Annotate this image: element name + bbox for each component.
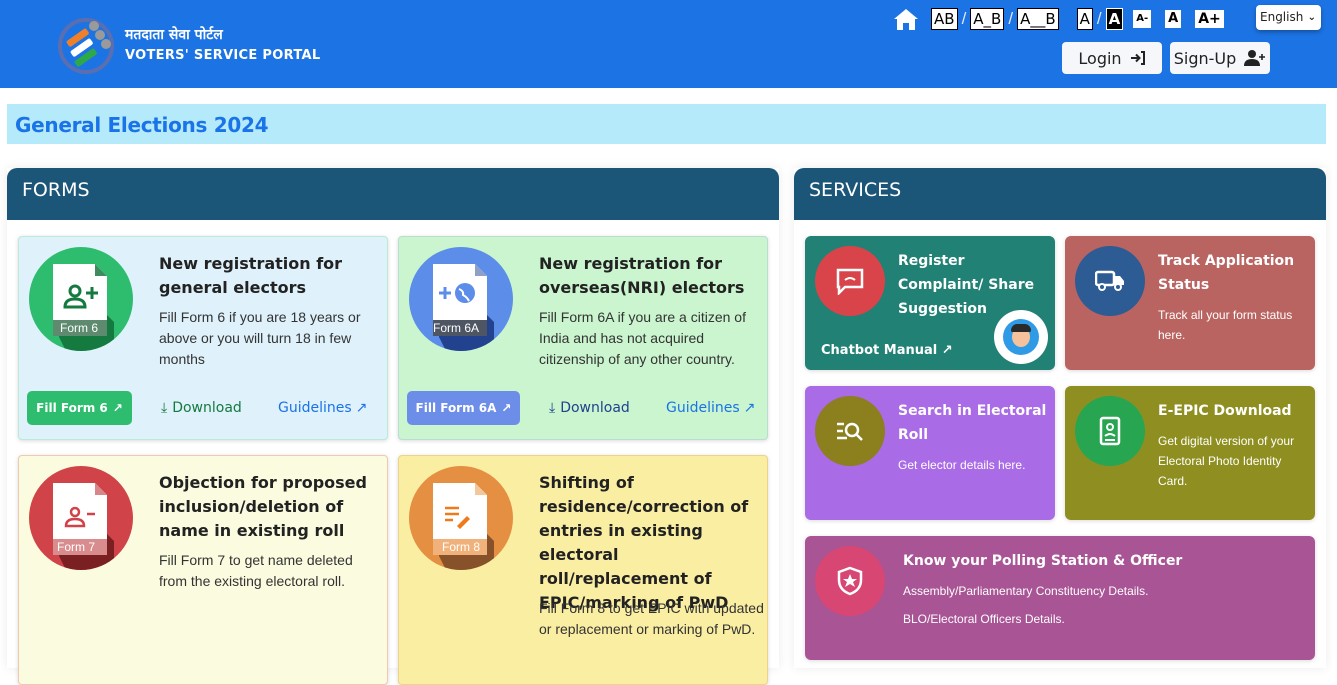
spacing-medium-button[interactable]: A_B (970, 8, 1005, 30)
service-search-electoral-roll[interactable]: Search in Electoral Roll Get elector det… (805, 386, 1055, 520)
spacing-normal-button[interactable]: AB (931, 8, 958, 30)
service-description: Track all your form status here. (1158, 308, 1293, 342)
signup-button[interactable]: Sign-Up (1170, 42, 1270, 74)
separator: / (1008, 9, 1014, 28)
announcement-banner: General Elections 2024 (7, 104, 1326, 144)
chat-icon (815, 246, 885, 316)
form-card-form7[interactable]: Form 7 Objection for proposed inclusion/… (18, 455, 388, 685)
download-label: Download (560, 400, 630, 416)
home-icon[interactable] (893, 7, 919, 31)
voter-mitra-chatbot[interactable] (994, 310, 1048, 364)
language-value: English (1260, 10, 1304, 24)
chevron-down-icon: ⌄ (1307, 12, 1316, 23)
contrast-normal-button[interactable]: A (1076, 8, 1093, 30)
download-icon: ⤓ (161, 400, 168, 416)
form-title: New registration for general electors (159, 254, 343, 297)
services-heading: SERVICES (794, 168, 1326, 220)
download-label: Download (172, 400, 242, 416)
login-button[interactable]: Login (1062, 42, 1162, 74)
form6-icon: Form 6 (29, 247, 133, 351)
contrast-high-button[interactable]: A (1105, 8, 1124, 30)
guidelines-label: Guidelines (278, 400, 352, 416)
form-description: Fill Form 7 to get name deleted from the… (159, 552, 353, 589)
guidelines-form6-link[interactable]: Guidelines ↗ (278, 400, 367, 416)
fill-form-label: Fill Form 6 (36, 401, 108, 415)
service-description: Get digital version of your Electoral Ph… (1158, 434, 1295, 488)
form-title: Shifting of residence/correction of entr… (539, 473, 749, 612)
forms-heading: FORMS (7, 168, 779, 220)
external-link-icon: ↗ (112, 401, 123, 415)
guidelines-label: Guidelines (666, 400, 740, 416)
font-normal-button[interactable]: A (1165, 10, 1182, 28)
form-card-form8[interactable]: Form 8 Shifting of residence/correction … (398, 455, 768, 685)
eci-logo (58, 18, 114, 74)
separator: / (1096, 9, 1102, 28)
download-icon: ⤓ (549, 400, 556, 416)
download-form6-link[interactable]: ⤓ Download (161, 400, 242, 416)
announcement-text[interactable]: General Elections 2024 (15, 113, 269, 137)
form-description: Fill Form 6 if you are 18 years or above… (159, 309, 361, 367)
truck-icon (1075, 246, 1145, 316)
chatbot-manual-label: Chatbot Manual (821, 343, 938, 358)
login-label: Login (1078, 48, 1122, 68)
form-description: Fill Form 8 to get EPIC with updated or … (539, 600, 764, 637)
form-description: Fill Form 6A if you are a citizen of Ind… (539, 309, 746, 367)
service-title: Track Application Status (1158, 253, 1295, 293)
search-list-icon (815, 396, 885, 466)
form-badge: Form 6A (433, 321, 480, 335)
external-link-icon: ↗ (501, 401, 512, 415)
form-card-form6a: Form 6A New registration for overseas(NR… (398, 236, 768, 440)
form6a-icon: Form 6A (409, 247, 513, 351)
language-select[interactable]: English ⌄ (1256, 5, 1321, 30)
service-e-epic-download[interactable]: E-EPIC Download Get digital version of y… (1065, 386, 1315, 520)
form-title: New registration for overseas(NRI) elect… (539, 254, 745, 297)
service-know-polling-station[interactable]: Know your Polling Station & Officer Asse… (805, 536, 1315, 660)
form-badge: Form 7 (57, 540, 96, 554)
service-register-complaint[interactable]: Register Complaint/ Share Suggestion Cha… (805, 236, 1055, 370)
accessibility-toolbar: AB / A_B / A__B A / A A- A A+ (893, 6, 1224, 32)
guidelines-form6a-link[interactable]: Guidelines ↗ (666, 400, 755, 416)
external-link-icon: ↗ (941, 343, 953, 358)
service-description: BLO/Electoral Officers Details. (903, 612, 1065, 626)
chatbot-avatar (1003, 319, 1039, 355)
service-track-application[interactable]: Track Application Status Track all your … (1065, 236, 1315, 370)
form-title: Objection for proposed inclusion/deletio… (159, 473, 367, 540)
services-panel: SERVICES Register Complaint/ Share Sugge… (794, 168, 1326, 668)
form-badge: Form 8 (442, 540, 481, 554)
fill-form6a-button[interactable]: Fill Form 6A ↗ (407, 391, 520, 425)
signup-label: Sign-Up (1173, 48, 1237, 68)
sign-in-icon (1130, 51, 1145, 65)
download-form6a-link[interactable]: ⤓ Download (549, 400, 630, 416)
brand-title-hindi: मतदाता सेवा पोर्टल (125, 27, 223, 43)
service-title: Search in Electoral Roll (898, 403, 1047, 443)
separator: / (961, 9, 967, 28)
external-link-icon: ↗ (355, 400, 368, 416)
service-description: Assembly/Parliamentary Constituency Deta… (903, 584, 1149, 598)
form-card-form6: Form 6 New registration for general elec… (18, 236, 388, 440)
id-card-icon (1075, 396, 1145, 466)
font-increase-button[interactable]: A+ (1195, 10, 1224, 28)
form-badge: Form 6 (60, 321, 99, 335)
brand-title-english: VOTERS' SERVICE PORTAL (125, 48, 321, 63)
shield-star-icon (815, 546, 885, 616)
fill-form-label: Fill Form 6A (415, 401, 497, 415)
top-header: मतदाता सेवा पोर्टल VOTERS' SERVICE PORTA… (0, 0, 1337, 88)
user-plus-icon (1244, 50, 1266, 66)
form7-icon: Form 7 (29, 466, 133, 570)
font-decrease-button[interactable]: A- (1133, 10, 1152, 28)
form8-icon: Form 8 (409, 466, 513, 570)
chatbot-manual-link[interactable]: Chatbot Manual ↗ (821, 343, 953, 358)
external-link-icon: ↗ (743, 400, 756, 416)
fill-form6-button[interactable]: Fill Form 6 ↗ (27, 391, 132, 425)
service-description: Get elector details here. (898, 458, 1026, 472)
spacing-large-button[interactable]: A__B (1017, 8, 1059, 30)
forms-panel: FORMS Form 6 New registration for genera… (7, 168, 779, 685)
service-title: Know your Polling Station & Officer (903, 553, 1183, 569)
service-title: E-EPIC Download (1158, 403, 1292, 419)
